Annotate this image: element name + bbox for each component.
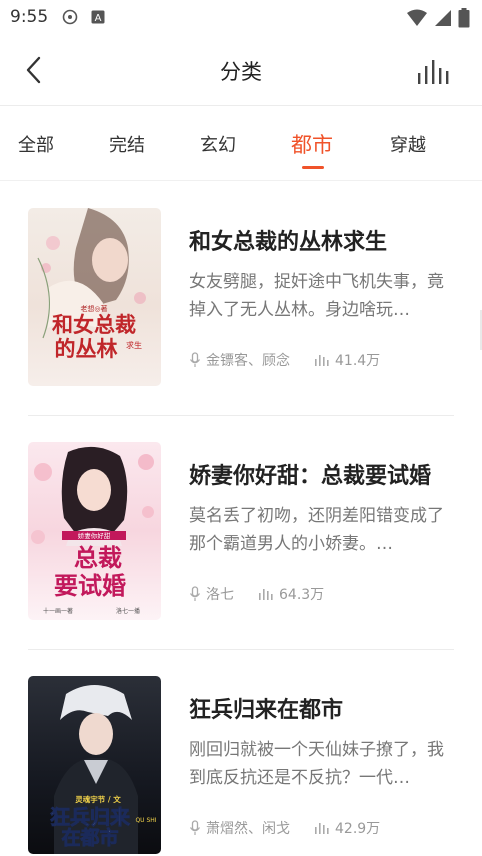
book-play-count: 42.9万: [335, 821, 381, 837]
microphone-icon: [190, 352, 200, 367]
cover-title-line1: 总裁: [74, 543, 122, 572]
book-narrators: 洛七: [206, 587, 234, 603]
active-tab-indicator: [302, 166, 324, 169]
book-narrators: 萧熠然、闲戈: [206, 821, 290, 837]
book-meta: 萧熠然、闲戈 42.9万: [189, 818, 380, 838]
book-item[interactable]: 老想◎著 和女总裁 的丛林 求生 和女总裁的丛林求生 女友劈腿，捉奸途中飞机失事…: [0, 182, 482, 416]
microphone-icon: [190, 586, 200, 601]
book-narrators: 金镖客、顾念: [206, 353, 290, 369]
cover-title-line1: 狂兵归来: [50, 805, 131, 829]
cover-side-text: QU SHI: [135, 817, 156, 824]
book-title: 娇妻你好甜：总裁要试婚: [189, 464, 432, 489]
tab-all[interactable]: 全部: [18, 131, 54, 157]
status-bar: 9:55 A: [0, 0, 482, 34]
signal-icon: [434, 9, 452, 31]
book-item[interactable]: 灵魂宇节 / 文 狂兵归来 在都市 QU SHI 狂兵归来在都市 刚回归就被一个…: [0, 650, 482, 856]
book-description: 莫名丢了初吻，还阴差阳错变成了那个霸道男人的小娇妻。…: [189, 506, 444, 554]
cover-title-line2: 在都市: [61, 826, 118, 849]
tab-time-travel[interactable]: 穿越: [390, 131, 426, 157]
book-description: 女友劈腿，捉奸途中飞机失事，竟掉入了无人丛林。身边啥玩…: [189, 272, 444, 320]
cover-narrator: 洛七一播: [116, 607, 140, 615]
book-title: 狂兵归来在都市: [189, 698, 344, 723]
play-count-icon: [315, 355, 329, 366]
book-cover: 灵魂宇节 / 文 狂兵归来 在都市 QU SHI: [28, 676, 161, 854]
tab-fantasy[interactable]: 玄幻: [200, 131, 236, 157]
book-title: 和女总裁的丛林求生: [189, 230, 388, 255]
battery-icon: [458, 8, 470, 32]
book-item[interactable]: 娇妻你好甜 总裁 要试婚 十一画一著 洛七一播 娇妻你好甜：总裁要试婚 莫名丢了…: [0, 416, 482, 650]
book-cover: 娇妻你好甜 总裁 要试婚 十一画一著 洛七一播: [28, 442, 161, 620]
wifi-icon: [406, 9, 428, 31]
book-play-count: 41.4万: [335, 353, 381, 369]
cover-author: 灵魂宇节 / 文: [75, 794, 121, 804]
app-a-icon: A: [90, 9, 106, 25]
cover-title-line2: 的丛林: [55, 336, 118, 361]
media-icon: [62, 9, 78, 25]
book-play-count: 64.3万: [279, 587, 325, 603]
chevron-left-icon: [26, 56, 41, 84]
tab-urban[interactable]: 都市: [291, 129, 333, 159]
cover-top-label: 娇妻你好甜: [78, 531, 111, 540]
tab-completed[interactable]: 完结: [109, 131, 145, 157]
book-meta: 金镖客、顾念 41.4万: [189, 350, 380, 370]
cover-author: 十一画一著: [43, 607, 73, 615]
back-button[interactable]: [20, 54, 50, 86]
svg-text:A: A: [95, 13, 102, 24]
book-meta: 洛七 64.3万: [189, 584, 324, 604]
ranking-bars-icon: [418, 60, 449, 84]
book-description: 刚回归就被一个天仙妹子撩了，我到底反抗还是不反抗？一代…: [189, 740, 444, 788]
microphone-icon: [190, 820, 200, 835]
cover-title-line1: 和女总裁: [52, 312, 136, 337]
cover-title-line2: 要试婚: [54, 571, 126, 600]
status-time: 9:55: [10, 7, 49, 27]
book-cover: 老想◎著 和女总裁 的丛林 求生: [28, 208, 161, 386]
play-count-icon: [315, 823, 329, 834]
navigation-bar: 分类: [0, 34, 482, 106]
cover-title-tail: 求生: [126, 340, 142, 350]
category-tabs: 全部 完结 玄幻 都市 穿越: [0, 107, 482, 181]
page-title: 分类: [220, 60, 262, 84]
ranking-button[interactable]: [416, 56, 450, 86]
play-count-icon: [259, 589, 273, 600]
